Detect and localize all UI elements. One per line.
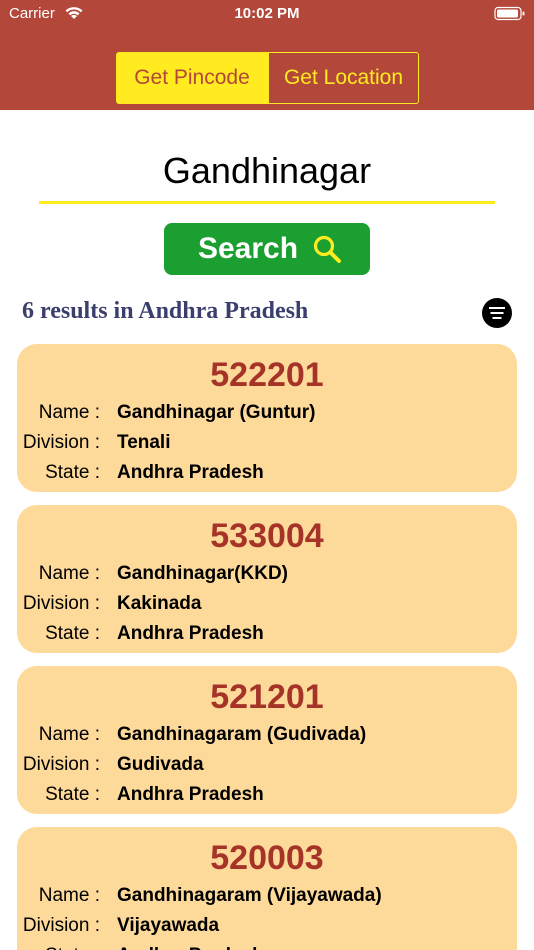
result-pincode: 533004 — [210, 517, 324, 555]
result-name: Gandhinagaram (Vijayawada) — [117, 885, 382, 906]
get-location-tab[interactable]: Get Location — [268, 52, 419, 104]
division-label: Division : — [22, 593, 100, 614]
search-input[interactable] — [39, 140, 495, 204]
menu-icon-line — [492, 317, 502, 319]
name-label: Name : — [38, 402, 100, 423]
result-pincode: 521201 — [210, 678, 324, 716]
name-label: Name : — [38, 563, 100, 584]
result-state: Andhra Pradesh — [117, 945, 264, 950]
result-card[interactable]: 520003 Name : Gandhinagaram (Vijayawada) … — [17, 827, 517, 950]
menu-icon-line — [489, 307, 505, 309]
result-division: Vijayawada — [117, 915, 220, 936]
result-state: Andhra Pradesh — [117, 784, 264, 805]
status-time: 10:02 PM — [234, 5, 300, 22]
name-label: Name : — [38, 724, 100, 745]
state-label: State : — [45, 462, 100, 483]
division-label: Division : — [22, 915, 100, 936]
search-button-label: Search — [197, 232, 299, 265]
state-label: State : — [45, 784, 100, 805]
result-pincode: 520003 — [210, 839, 324, 877]
result-division: Gudivada — [117, 754, 204, 775]
result-card[interactable]: 521201 Name : Gandhinagaram (Gudivada) Di… — [17, 666, 517, 814]
result-division: Kakinada — [117, 593, 202, 614]
result-state: Andhra Pradesh — [117, 623, 264, 644]
result-name: Gandhinagaram (Gudivada) — [117, 724, 367, 745]
app-header: Carrier 10:02 PM Get Pincode Get Locatio… — [0, 0, 534, 110]
name-label: Name : — [38, 885, 100, 906]
filter-menu-button[interactable] — [482, 298, 512, 328]
status-bar: Carrier 10:02 PM — [0, 0, 534, 28]
state-label: State : — [45, 945, 100, 950]
get-pincode-tab[interactable]: Get Pincode — [116, 52, 268, 104]
search-button[interactable]: Search — [164, 223, 370, 275]
result-division: Tenali — [117, 432, 171, 453]
division-label: Division : — [22, 432, 100, 453]
result-name: Gandhinagar (Guntur) — [117, 402, 316, 423]
division-label: Division : — [22, 754, 100, 775]
result-card[interactable]: 522201 Name : Gandhinagar (Guntur) Divisi… — [17, 344, 517, 492]
result-state: Andhra Pradesh — [117, 462, 264, 483]
results-count-title: 6 results in Andhra Pradesh — [22, 298, 309, 324]
menu-icon-line — [490, 312, 504, 314]
state-label: State : — [45, 623, 100, 644]
results-list[interactable]: 522201 Name : Gandhinagar (Guntur) Divisi… — [0, 343, 534, 950]
result-pincode: 522201 — [210, 356, 324, 394]
search-icon — [313, 235, 342, 263]
battery-icon — [494, 6, 525, 21]
result-card[interactable]: 533004 Name : Gandhinagar(KKD) Division :… — [17, 505, 517, 653]
result-name: Gandhinagar(KKD) — [117, 563, 288, 584]
